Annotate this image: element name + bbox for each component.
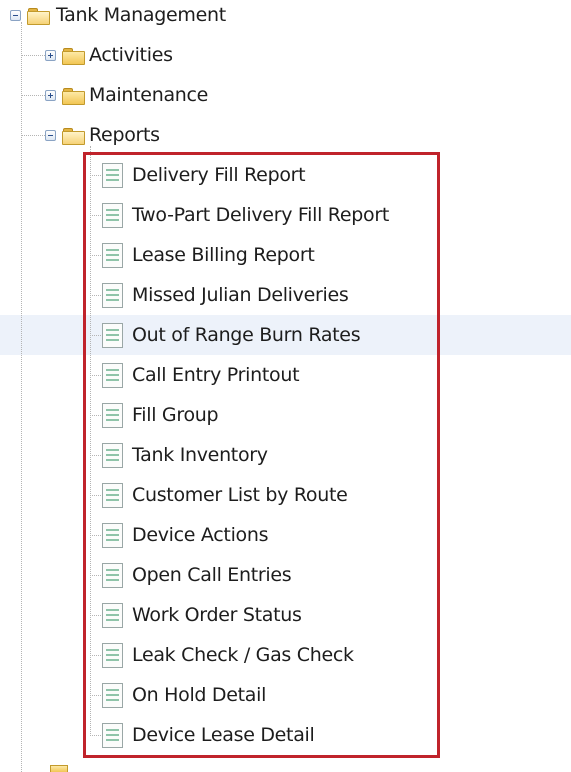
tree-node-tank-management[interactable]: Tank Management bbox=[10, 2, 226, 28]
report-item-label: Device Actions bbox=[132, 524, 269, 546]
tree-connector bbox=[90, 455, 101, 456]
tree-connector bbox=[90, 255, 101, 256]
report-document-icon bbox=[102, 482, 123, 508]
report-document-icon bbox=[102, 402, 123, 428]
report-item[interactable]: Leak Check / Gas Check bbox=[102, 642, 354, 668]
report-item-label: Two-Part Delivery Fill Report bbox=[132, 204, 389, 226]
collapse-toggle-icon[interactable] bbox=[45, 129, 56, 141]
tree-connector bbox=[21, 135, 45, 136]
report-item[interactable]: Device Lease Detail bbox=[102, 722, 315, 748]
report-document-icon bbox=[102, 602, 123, 628]
tree-connector bbox=[90, 146, 91, 736]
tree-node-label: Tank Management bbox=[56, 4, 226, 26]
report-document-icon bbox=[102, 202, 123, 228]
report-item[interactable]: Fill Group bbox=[102, 402, 219, 428]
tree-connector bbox=[90, 695, 101, 696]
report-item-label: Work Order Status bbox=[132, 604, 302, 626]
report-document-icon bbox=[102, 522, 123, 548]
tree-node-label: Activities bbox=[89, 44, 173, 66]
report-item[interactable]: Missed Julian Deliveries bbox=[102, 282, 349, 308]
report-item-label: Tank Inventory bbox=[132, 444, 268, 466]
folder-icon bbox=[62, 47, 85, 65]
tree-connector bbox=[90, 215, 101, 216]
folder-open-icon bbox=[62, 127, 85, 145]
tree-connector bbox=[21, 95, 45, 96]
tree-connector bbox=[90, 655, 101, 656]
report-document-icon bbox=[102, 722, 123, 748]
expand-toggle-icon[interactable] bbox=[45, 89, 56, 101]
tree-node-label: Reports bbox=[89, 124, 160, 146]
tree-connector bbox=[90, 495, 101, 496]
report-document-icon bbox=[102, 642, 123, 668]
report-item-label: Customer List by Route bbox=[132, 484, 348, 506]
tree-node-maintenance[interactable]: Maintenance bbox=[45, 82, 208, 108]
report-item-label: Leak Check / Gas Check bbox=[132, 644, 354, 666]
tree-connector bbox=[90, 575, 101, 576]
report-item-label: Call Entry Printout bbox=[132, 364, 300, 386]
report-item[interactable]: Out of Range Burn Rates bbox=[102, 322, 361, 348]
report-item[interactable]: Delivery Fill Report bbox=[102, 162, 306, 188]
report-item-label: Open Call Entries bbox=[132, 564, 292, 586]
tree-connector bbox=[90, 615, 101, 616]
tree-connector bbox=[21, 55, 45, 56]
tree-connector bbox=[90, 735, 101, 736]
report-item-label: Lease Billing Report bbox=[132, 244, 315, 266]
report-item[interactable]: Device Actions bbox=[102, 522, 269, 548]
report-item[interactable]: Open Call Entries bbox=[102, 562, 292, 588]
report-document-icon bbox=[102, 562, 123, 588]
report-document-icon bbox=[102, 162, 123, 188]
report-item[interactable]: Tank Inventory bbox=[102, 442, 268, 468]
folder-icon bbox=[50, 765, 68, 772]
tree-node-reports[interactable]: Reports bbox=[45, 122, 160, 148]
tree-view: Tank Management Activities Maintenance R… bbox=[0, 0, 571, 772]
report-item-label: Out of Range Burn Rates bbox=[132, 324, 361, 346]
collapse-toggle-icon[interactable] bbox=[10, 9, 21, 21]
tree-node-activities[interactable]: Activities bbox=[45, 42, 173, 68]
report-document-icon bbox=[102, 442, 123, 468]
report-document-icon bbox=[102, 282, 123, 308]
report-item-label: Fill Group bbox=[132, 404, 219, 426]
report-document-icon bbox=[102, 322, 123, 348]
tree-connector bbox=[90, 535, 101, 536]
report-item[interactable]: Work Order Status bbox=[102, 602, 302, 628]
report-item-label: Missed Julian Deliveries bbox=[132, 284, 349, 306]
report-item[interactable]: Customer List by Route bbox=[102, 482, 348, 508]
folder-icon bbox=[62, 87, 85, 105]
report-document-icon bbox=[102, 682, 123, 708]
tree-connector bbox=[90, 335, 101, 336]
expand-toggle-icon[interactable] bbox=[45, 49, 56, 61]
report-item[interactable]: On Hold Detail bbox=[102, 682, 266, 708]
report-item[interactable]: Two-Part Delivery Fill Report bbox=[102, 202, 389, 228]
report-item-label: Delivery Fill Report bbox=[132, 164, 306, 186]
report-item[interactable]: Call Entry Printout bbox=[102, 362, 300, 388]
folder-open-icon bbox=[27, 7, 50, 25]
report-item-label: Device Lease Detail bbox=[132, 724, 315, 746]
tree-node-label: Maintenance bbox=[89, 84, 209, 106]
report-document-icon bbox=[102, 362, 123, 388]
tree-connector bbox=[90, 175, 101, 176]
tree-connector bbox=[90, 375, 101, 376]
report-item[interactable]: Lease Billing Report bbox=[102, 242, 315, 268]
report-document-icon bbox=[102, 242, 123, 268]
tree-connector bbox=[90, 295, 101, 296]
report-item-label: On Hold Detail bbox=[132, 684, 267, 706]
tree-connector bbox=[90, 415, 101, 416]
